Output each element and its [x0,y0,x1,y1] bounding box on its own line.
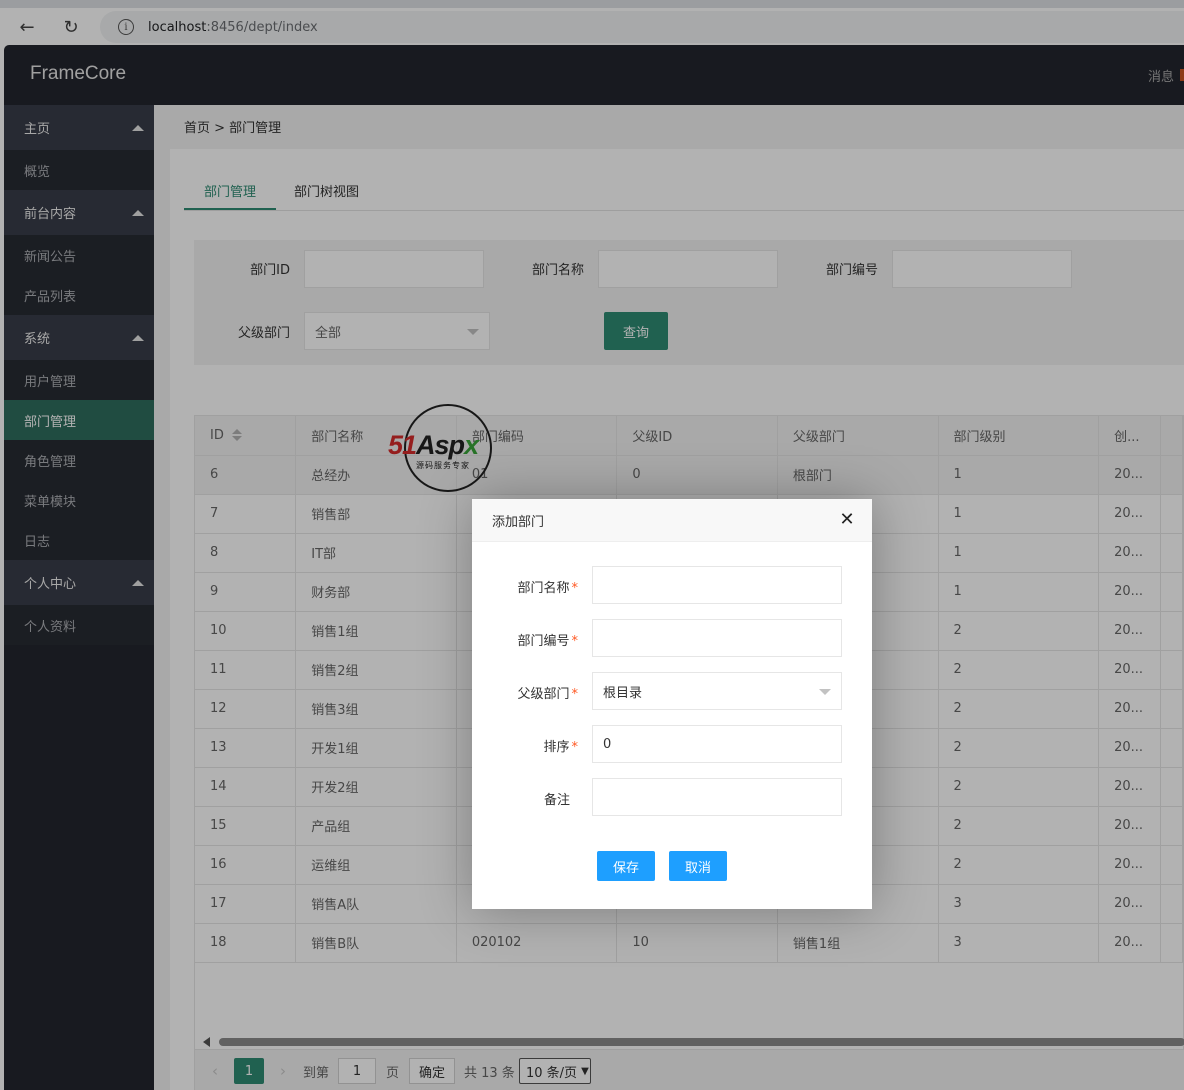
required-mark: * [571,581,579,596]
field-label-parent-dept: 父级部门 * [492,683,578,702]
sort-field[interactable]: 0 [592,725,842,763]
dialog-header: 添加部门 ✕ [472,499,872,542]
save-button[interactable]: 保存 [597,851,655,881]
required-mark: * [571,740,579,755]
required-mark: * [571,687,579,702]
field-label-text: 备注 [543,793,570,808]
field-label-text: 父级部门 [517,687,570,702]
field-label-remark: 备注 [492,789,570,808]
add-dept-dialog: 添加部门 ✕ 部门名称 * 部门编号 * 父级部门 * 根目录 排序 * 0 备注 保存… [472,499,872,909]
field-label-dept-name: 部门名称 * [492,577,578,596]
parent-dept-field[interactable]: 根目录 [592,672,842,710]
close-icon[interactable]: ✕ [838,511,856,529]
field-label-text: 排序 [543,740,570,755]
field-label-sort: 排序 * [492,736,578,755]
cancel-button[interactable]: 取消 [669,851,727,881]
field-label-text: 部门编号 [517,634,570,649]
dept-code-field[interactable] [592,619,842,657]
remark-field[interactable] [592,778,842,816]
field-label-text: 部门名称 [517,581,570,596]
chevron-down-icon [819,689,831,695]
field-label-dept-code: 部门编号 * [492,630,578,649]
required-mark: * [571,634,579,649]
dept-name-field[interactable] [592,566,842,604]
dialog-title: 添加部门 [492,514,545,530]
parent-dept-field-value: 根目录 [603,685,643,701]
